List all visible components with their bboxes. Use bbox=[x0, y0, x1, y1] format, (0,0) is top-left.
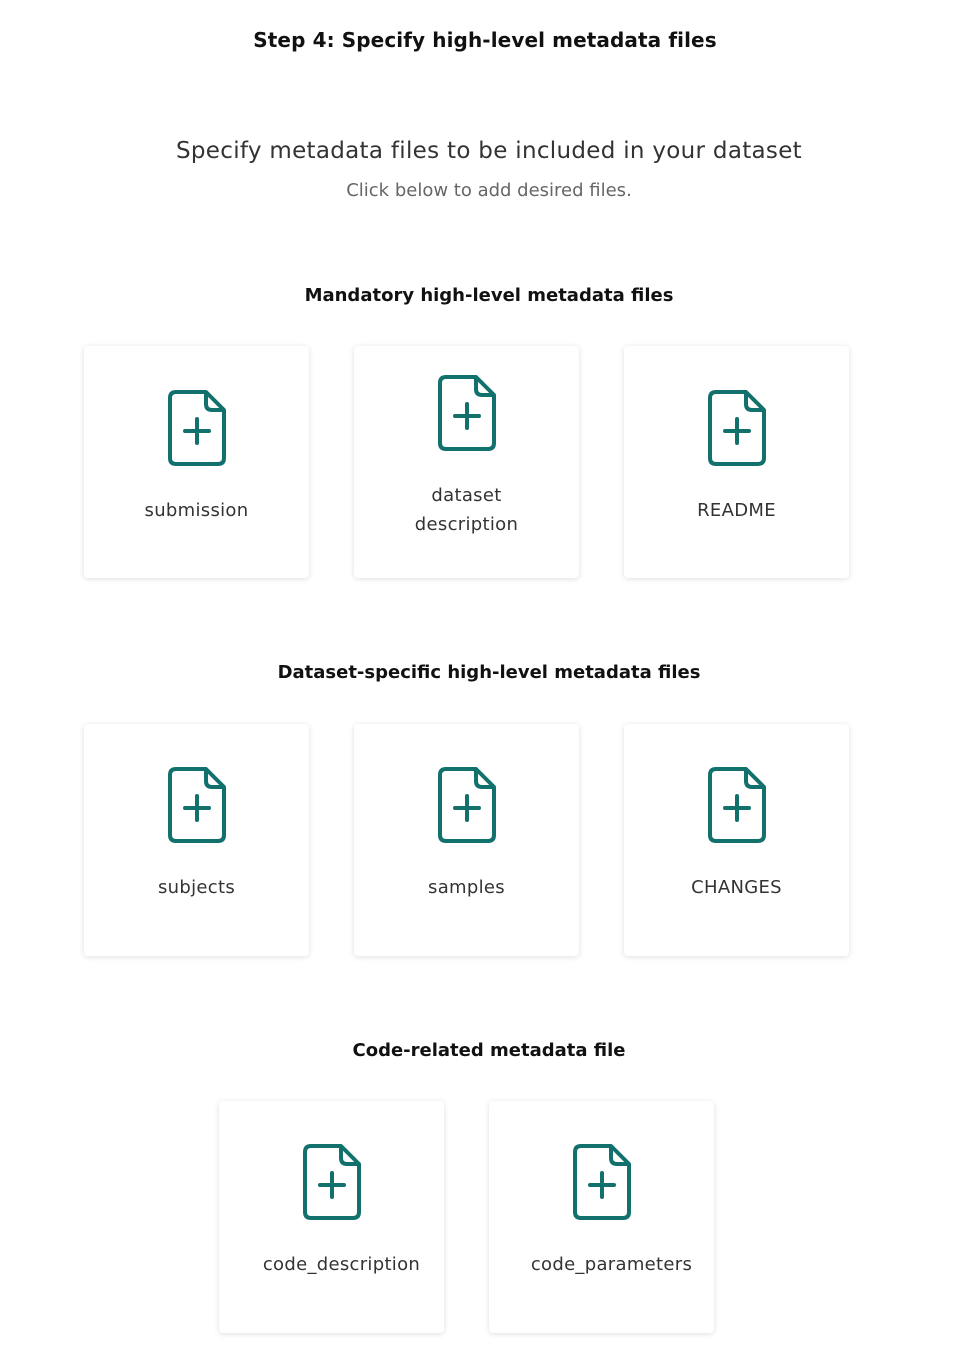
card-changes[interactable]: CHANGES bbox=[624, 724, 849, 956]
page-subheading: Click below to add desired files. bbox=[346, 180, 632, 201]
file-plus-icon bbox=[168, 390, 226, 466]
card-label-submission: submission bbox=[144, 500, 249, 521]
section-title-dataset-specific: Dataset-specific high-level metadata fil… bbox=[277, 662, 701, 683]
card-submission[interactable]: submission bbox=[84, 346, 309, 578]
section-title-code-related: Code-related metadata file bbox=[352, 1040, 626, 1061]
card-readme[interactable]: README bbox=[624, 346, 849, 578]
card-label-readme: README bbox=[697, 500, 776, 521]
card-label-code-description: code_description bbox=[262, 1254, 421, 1275]
file-plus-icon bbox=[438, 375, 496, 451]
file-plus-icon bbox=[708, 390, 766, 466]
card-samples[interactable]: samples bbox=[354, 724, 579, 956]
card-code-description[interactable]: code_description bbox=[219, 1101, 444, 1333]
card-label-code-parameters: code_parameters bbox=[530, 1254, 693, 1275]
step-title: Step 4: Specify high-level metadata file… bbox=[253, 28, 717, 52]
card-label-subjects: subjects bbox=[157, 877, 236, 898]
file-plus-icon bbox=[168, 767, 226, 843]
file-plus-icon bbox=[438, 767, 496, 843]
card-label-samples: samples bbox=[428, 877, 505, 898]
page-heading: Specify metadata files to be included in… bbox=[176, 138, 802, 164]
file-plus-icon bbox=[303, 1144, 361, 1220]
card-subjects[interactable]: subjects bbox=[84, 724, 309, 956]
card-label-changes: CHANGES bbox=[691, 877, 782, 898]
card-label-dataset-description: dataset description bbox=[414, 485, 519, 535]
card-code-parameters[interactable]: code_parameters bbox=[489, 1101, 714, 1333]
file-plus-icon bbox=[573, 1144, 631, 1220]
section-title-mandatory: Mandatory high-level metadata files bbox=[304, 285, 674, 306]
card-dataset-description[interactable]: dataset description bbox=[354, 346, 579, 578]
file-plus-icon bbox=[708, 767, 766, 843]
